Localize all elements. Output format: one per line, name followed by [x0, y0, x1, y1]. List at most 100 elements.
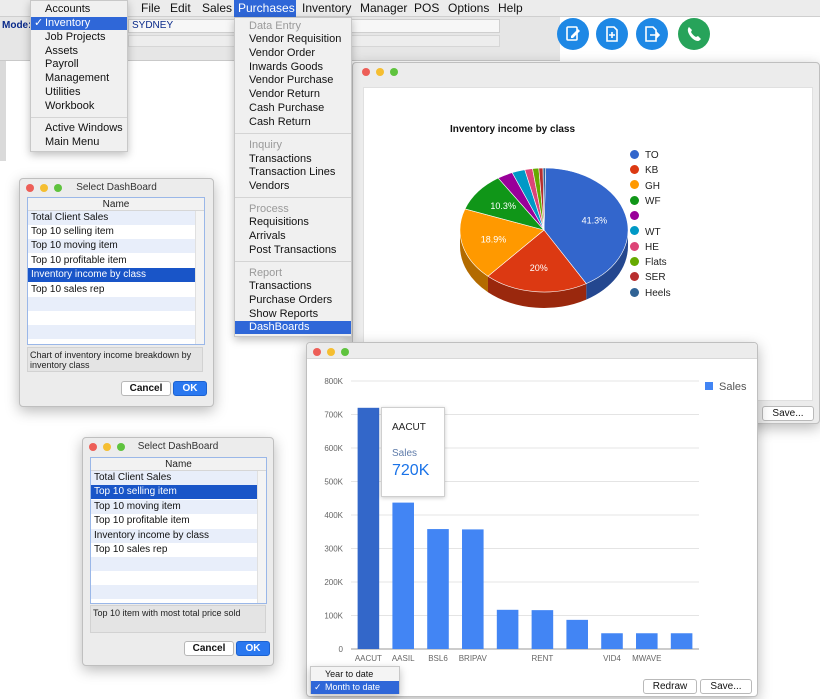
module-item-assets[interactable]: Assets: [31, 45, 127, 58]
module-item-payroll[interactable]: Payroll: [31, 58, 127, 71]
list-item[interactable]: Top 10 sales rep: [91, 543, 258, 557]
menu-item-cash-purchase[interactable]: Cash Purchase: [235, 102, 351, 115]
ok-button[interactable]: OK: [173, 381, 207, 396]
legend-dot: [630, 287, 639, 297]
pie-chart-title: Inventory income by class: [450, 124, 576, 135]
menu-options[interactable]: Options: [444, 0, 493, 17]
x-tick-label: BRIPAV: [459, 654, 488, 663]
module-item-inventory[interactable]: ✓ Inventory: [31, 17, 127, 30]
menu-item-purchase-orders[interactable]: Purchase Orders: [235, 294, 351, 307]
cancel-button[interactable]: Cancel: [121, 381, 171, 396]
list-item[interactable]: Top 10 selling item: [91, 485, 258, 499]
menu-item-show-reports[interactable]: Show Reports: [235, 308, 351, 321]
bar-chart-window: 0 100K 200K 300K 400K 500K 600K 700K 800K AACUT AA…: [306, 342, 758, 697]
legend-item: WT: [630, 225, 661, 240]
legend-label: KB: [645, 165, 659, 177]
menu-item-cash-return[interactable]: Cash Return: [235, 116, 351, 129]
menu-header-inquiry: Inquiry: [249, 139, 283, 151]
scrollbar[interactable]: [195, 211, 204, 344]
module-item-workbook[interactable]: Workbook: [31, 100, 127, 113]
minimize-button[interactable]: [327, 348, 335, 356]
menu-edit[interactable]: Edit: [166, 0, 195, 17]
menu-sales[interactable]: Sales: [198, 0, 236, 17]
period-select-menu: Year to date ✓ Month to date: [310, 666, 400, 694]
legend-dot: [630, 195, 639, 205]
empty-row: [28, 311, 196, 325]
cancel-button[interactable]: Cancel: [184, 641, 234, 656]
list-item[interactable]: Top 10 profitable item: [28, 254, 196, 268]
list-item[interactable]: Top 10 moving item: [91, 500, 258, 514]
x-tick-label: AASIL: [392, 654, 415, 663]
menu-item-vendor-order[interactable]: Vendor Order: [235, 47, 351, 60]
bar-bsl6: [427, 529, 449, 649]
bar-save-button[interactable]: Save...: [700, 679, 752, 694]
menu-item-transactions[interactable]: Transactions: [235, 153, 351, 166]
dashboard-list[interactable]: Name Total Client Sales Top 10 selling i…: [90, 457, 267, 604]
menu-inventory[interactable]: Inventory: [298, 0, 355, 17]
list-item[interactable]: Top 10 profitable item: [91, 514, 258, 528]
menu-item-requisitions[interactable]: Requisitions: [235, 216, 351, 229]
dashboard-list[interactable]: Name Total Client Sales Top 10 selling i…: [27, 197, 205, 345]
pie-save-button[interactable]: Save...: [762, 406, 814, 421]
list-item[interactable]: Total Client Sales: [91, 471, 258, 485]
close-button[interactable]: [313, 348, 321, 356]
menu-item-vendor-purchase[interactable]: Vendor Purchase: [235, 74, 351, 87]
legend-label: HE: [645, 241, 659, 253]
period-option-year-to-date[interactable]: Year to date: [311, 668, 399, 681]
list-item[interactable]: Top 10 sales rep: [28, 283, 196, 297]
export-document-icon[interactable]: [636, 18, 668, 50]
close-button[interactable]: [362, 68, 370, 76]
menu-item-dashboards[interactable]: DashBoards: [235, 321, 351, 334]
menu-header-process: Process: [249, 203, 289, 215]
y-tick-label: 600K: [324, 444, 343, 453]
legend-swatch: [705, 382, 713, 390]
bar-item: [670, 633, 693, 649]
zoom-button[interactable]: [390, 68, 398, 76]
menu-manager[interactable]: Manager: [356, 0, 411, 17]
menu-purchases[interactable]: Purchases: [234, 0, 296, 17]
menu-help[interactable]: Help: [494, 0, 527, 17]
list-item[interactable]: Total Client Sales: [28, 211, 196, 225]
pie-data-label: 18.9%: [481, 234, 507, 244]
menu-item-vendor-requisition[interactable]: Vendor Requisition: [235, 33, 351, 46]
menu-item-vendor-return[interactable]: Vendor Return: [235, 88, 351, 101]
y-tick-label: 400K: [324, 511, 343, 520]
minimize-button[interactable]: [376, 68, 384, 76]
list-item[interactable]: Top 10 moving item: [28, 239, 196, 253]
bar-mwave: [636, 633, 658, 649]
module-item-management[interactable]: Management: [31, 72, 127, 85]
add-document-icon[interactable]: [596, 18, 628, 50]
menu-item-arrivals[interactable]: Arrivals: [235, 230, 351, 243]
module-item-job-projects[interactable]: Job Projects: [31, 31, 127, 44]
legend-item: KB: [630, 163, 658, 178]
list-item[interactable]: Inventory income by class: [28, 268, 196, 282]
menu-separator: [235, 197, 351, 198]
ok-button[interactable]: OK: [236, 641, 270, 656]
module-item-main-menu[interactable]: Main Menu: [31, 136, 127, 149]
legend-dot: [630, 226, 639, 236]
period-option-label: Month to date: [325, 682, 381, 692]
redraw-button[interactable]: Redraw: [643, 679, 697, 694]
empty-row: [91, 557, 258, 571]
menu-file[interactable]: File: [137, 0, 164, 17]
list-item[interactable]: Inventory income by class: [91, 529, 258, 543]
menu-item-inwards-goods[interactable]: Inwards Goods: [235, 61, 351, 74]
list-item[interactable]: Top 10 selling item: [28, 225, 196, 239]
checkmark-icon: ✓: [314, 682, 322, 692]
menu-item-vendors[interactable]: Vendors: [235, 180, 351, 193]
scrollbar[interactable]: [257, 471, 266, 603]
period-option-month-to-date[interactable]: ✓ Month to date: [311, 681, 399, 694]
module-item-accounts[interactable]: Accounts: [31, 3, 127, 16]
menu-item-transaction-lines[interactable]: Transaction Lines: [235, 166, 351, 179]
y-tick-label: 300K: [324, 545, 343, 554]
module-item-label: Inventory: [45, 17, 91, 29]
edit-document-icon[interactable]: [557, 18, 589, 50]
menu-item-post-transactions[interactable]: Post Transactions: [235, 244, 351, 257]
legend-dot: [630, 272, 639, 282]
menu-pos[interactable]: POS: [410, 0, 443, 17]
module-item-utilities[interactable]: Utilities: [31, 86, 127, 99]
menu-item-report-transactions[interactable]: Transactions: [235, 280, 351, 293]
zoom-button[interactable]: [341, 348, 349, 356]
phone-icon[interactable]: [678, 18, 710, 50]
module-item-active-windows[interactable]: Active Windows: [31, 122, 127, 135]
